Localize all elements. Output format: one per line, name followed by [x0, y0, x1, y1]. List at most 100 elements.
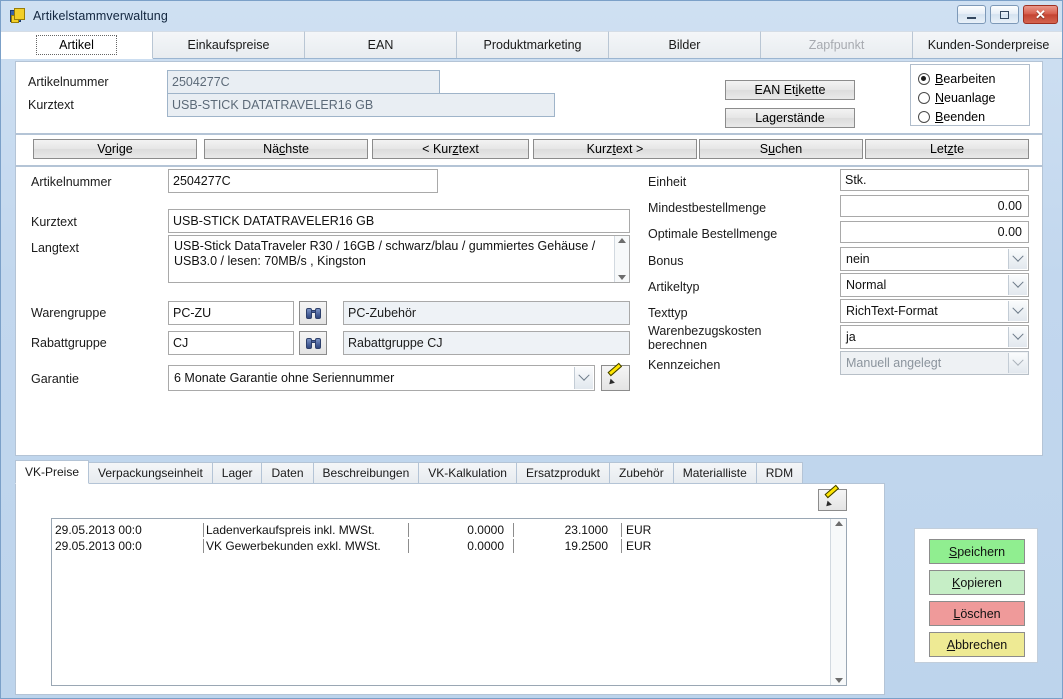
chevron-down-icon[interactable] — [1008, 249, 1027, 269]
chevron-down-icon[interactable] — [1008, 327, 1027, 347]
chevron-up-icon[interactable] — [834, 521, 843, 526]
tab-bilder-label: Bilder — [668, 38, 701, 52]
texttyp-label: Texttyp — [648, 306, 688, 320]
warenbezugskosten-value: ja — [846, 330, 856, 344]
cell-currency: EUR — [626, 523, 652, 537]
nav-suchen-button[interactable]: Suchen — [699, 139, 863, 159]
lower-tab-vk-kalkulation[interactable]: VK-Kalkulation — [418, 462, 517, 483]
price-edit-button[interactable] — [818, 484, 847, 511]
radio-beenden-label: Beenden — [935, 109, 986, 124]
abbrechen-button[interactable]: Abbrechen — [929, 632, 1025, 657]
chevron-down-icon[interactable] — [574, 367, 593, 389]
ean-etikette-button[interactable]: EAN Etikette — [725, 80, 855, 100]
lower-tab-beschreibungen[interactable]: Beschreibungen — [312, 462, 420, 483]
garantie-select[interactable]: 6 Monate Garantie ohne Seriennummer — [168, 365, 595, 391]
nav-naechste-button[interactable]: Nächste — [204, 139, 368, 159]
artikeltyp-label: Artikeltyp — [648, 280, 700, 294]
table-row[interactable]: 29.05.2013 00:0 Ladenverkaufspreis inkl.… — [52, 522, 830, 538]
rabattgruppe-label: Rabattgruppe — [31, 336, 107, 350]
lower-tab-zubehoer[interactable]: Zubehör — [609, 462, 674, 483]
rabattgruppe-text-field: Rabattgruppe CJ — [343, 331, 630, 355]
rabattgruppe-code-input[interactable]: CJ — [168, 331, 294, 355]
langtext-input[interactable]: USB-Stick DataTraveler R30 / 16GB / schw… — [168, 235, 630, 283]
lagerstaende-button[interactable]: Lagerstände — [725, 108, 855, 128]
radio-bearbeiten-indicator — [918, 72, 930, 85]
mindestbestellmenge-input[interactable]: 0.00 — [840, 195, 1029, 217]
warenbezugskosten-label-line2: berechnen — [648, 338, 708, 352]
texttyp-select[interactable]: RichText-Format — [840, 299, 1029, 323]
table-row[interactable]: 29.05.2013 00:0 VK Gewerbekunden exkl. M… — [52, 538, 830, 554]
warengruppe-label: Warengruppe — [31, 306, 107, 320]
einheit-label: Einheit — [648, 175, 687, 189]
price-list[interactable]: 29.05.2013 00:0 Ladenverkaufspreis inkl.… — [51, 518, 847, 686]
header-kurztext-label: Kurztext — [28, 98, 74, 112]
bonus-label: Bonus — [648, 254, 684, 268]
maximize-button[interactable] — [990, 5, 1019, 24]
tab-einkaufspreise[interactable]: Einkaufspreise — [153, 31, 305, 58]
speichern-button[interactable]: Speichern — [929, 539, 1025, 564]
tab-kunden-sonderpreise[interactable]: Kunden-Sonderpreise — [913, 31, 1062, 58]
chevron-down-icon[interactable] — [618, 275, 626, 280]
lower-tab-verpackungseinheit[interactable]: Verpackungseinheit — [88, 462, 213, 483]
garantie-edit-button[interactable] — [601, 362, 630, 391]
optimale-bestellmenge-input[interactable]: 0.00 — [840, 221, 1029, 243]
chevron-down-icon[interactable] — [834, 678, 843, 683]
nav-kurztext-prev-button[interactable]: < Kurztext — [372, 139, 529, 159]
tab-ean[interactable]: EAN — [305, 31, 457, 58]
nav-vorige-button[interactable]: Vorige — [33, 139, 197, 159]
radio-bearbeiten[interactable]: Bearbeiten — [911, 69, 1029, 88]
artikeltyp-select[interactable]: Normal — [840, 273, 1029, 297]
cell-value1: 0.0000 — [409, 523, 514, 537]
close-button[interactable]: ✕ — [1023, 5, 1058, 24]
tab-produktmarketing[interactable]: Produktmarketing — [457, 31, 609, 58]
window-title: Artikelstammverwaltung — [33, 9, 168, 23]
lower-tab-rdm[interactable]: RDM — [755, 462, 804, 483]
lower-tab-lager[interactable]: Lager — [211, 462, 263, 483]
loeschen-button[interactable]: Löschen — [929, 601, 1025, 626]
warengruppe-code-input[interactable]: PC-ZU — [168, 301, 294, 325]
garantie-value: 6 Monate Garantie ohne Seriennummer — [174, 371, 395, 385]
radio-bearbeiten-label: Bearbeiten — [935, 71, 996, 86]
kennzeichen-value: Manuell angelegt — [846, 356, 942, 370]
bonus-select[interactable]: nein — [840, 247, 1029, 271]
einheit-input[interactable]: Stk. — [840, 169, 1029, 191]
tab-artikel[interactable]: Artikel — [1, 31, 153, 59]
lower-tab-ersatzprodukt[interactable]: Ersatzprodukt — [515, 462, 611, 483]
application-window: Artikelstammverwaltung ✕ Artikel Einkauf… — [0, 0, 1063, 699]
warengruppe-text-field: PC-Zubehör — [343, 301, 630, 325]
cell-description: Ladenverkaufspreis inkl. MWSt. — [204, 523, 409, 537]
mindestbestellmenge-label: Mindestbestellmenge — [648, 201, 767, 215]
lower-tab-daten[interactable]: Daten — [261, 462, 314, 483]
chevron-down-icon[interactable] — [1008, 275, 1027, 295]
kopieren-button[interactable]: Kopieren — [929, 570, 1025, 595]
warenbezugskosten-label-line1: Warenbezugskosten — [648, 324, 762, 338]
minimize-button[interactable] — [957, 5, 986, 24]
rabattgruppe-search-button[interactable] — [299, 331, 327, 355]
tab-artikel-label: Artikel — [36, 35, 117, 55]
lower-tab-vk-preise-label: VK-Preise — [25, 465, 80, 479]
radio-neuanlage-indicator — [918, 91, 930, 104]
chevron-down-icon[interactable] — [1008, 301, 1027, 321]
radio-beenden[interactable]: Beenden — [911, 107, 1029, 126]
mode-radio-group: Bearbeiten Neuanlage Beenden — [910, 64, 1030, 126]
lower-tab-zubehoer-label: Zubehör — [619, 466, 664, 480]
langtext-scrollbar[interactable] — [614, 236, 629, 282]
lower-tab-materialliste[interactable]: Materialliste — [672, 462, 757, 483]
artikelnummer-input[interactable]: 2504277C — [168, 169, 438, 193]
price-list-scrollbar[interactable] — [830, 519, 846, 685]
langtext-value: USB-Stick DataTraveler R30 / 16GB / schw… — [174, 239, 596, 268]
chevron-up-icon[interactable] — [618, 238, 626, 243]
kurztext-input[interactable]: USB-STICK DATATRAVELER16 GB — [168, 209, 630, 233]
warengruppe-search-button[interactable] — [299, 301, 327, 325]
radio-neuanlage[interactable]: Neuanlage — [911, 88, 1029, 107]
warenbezugskosten-select[interactable]: ja — [840, 325, 1029, 349]
lower-tab-materialliste-label: Materialliste — [682, 466, 747, 480]
nav-letzte-button[interactable]: Letzte — [865, 139, 1029, 159]
lower-tab-strip: VK-Preise Verpackungseinheit Lager Daten… — [15, 459, 885, 484]
garantie-label: Garantie — [31, 372, 79, 386]
bonus-value: nein — [846, 252, 870, 266]
lower-tab-vk-preise[interactable]: VK-Preise — [15, 460, 90, 484]
tab-bilder[interactable]: Bilder — [609, 31, 761, 58]
nav-kurztext-next-button[interactable]: Kurztext > — [533, 139, 697, 159]
chevron-down-icon — [1008, 353, 1027, 373]
